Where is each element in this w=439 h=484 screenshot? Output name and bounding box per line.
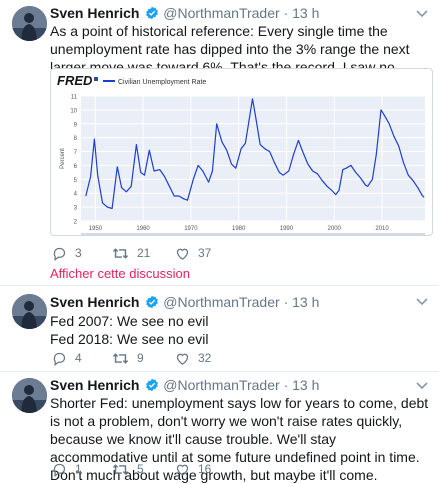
like-button[interactable]: 16 xyxy=(175,460,211,478)
like-count: 37 xyxy=(198,246,212,260)
chevron-down-icon[interactable] xyxy=(415,297,429,307)
tweet-text: Shorter Fed: unemployment says low for y… xyxy=(50,394,434,484)
tweet-paragraph: Fed 2018: We see no evil xyxy=(50,331,209,347)
retweet-icon xyxy=(112,247,129,259)
tweet-header: Sven Henrich @NorthmanTrader · 13 h xyxy=(50,4,319,22)
separator-dot: · xyxy=(283,5,289,21)
like-button[interactable]: 37 xyxy=(175,244,211,262)
author-handle[interactable]: @NorthmanTrader xyxy=(163,377,279,393)
legend-label: Civilian Unemployment Rate xyxy=(118,79,206,86)
fred-logo-mark xyxy=(94,77,98,81)
retweet-count: 5 xyxy=(137,462,144,476)
show-thread-link[interactable]: Afficher cette discussion xyxy=(50,266,190,281)
separator-dot: · xyxy=(283,377,289,393)
separator-dot: · xyxy=(283,294,289,310)
tweet-paragraph: Shorter Fed: unemployment says low for y… xyxy=(50,395,429,465)
reply-button[interactable]: 3 xyxy=(52,244,82,262)
x-tick-label: 1950 xyxy=(89,226,103,232)
tweet-timestamp[interactable]: 13 h xyxy=(292,377,319,393)
tweet-header: Sven Henrich @NorthmanTrader · 13 h xyxy=(50,293,319,311)
x-tick-label: 1990 xyxy=(280,226,294,232)
avatar[interactable] xyxy=(12,294,47,329)
chevron-down-icon[interactable] xyxy=(415,9,429,19)
tweet-timestamp[interactable]: 13 h xyxy=(292,294,319,310)
x-tick-label: 2000 xyxy=(328,226,342,232)
x-tick-label: 1970 xyxy=(184,226,198,232)
reply-icon xyxy=(53,352,66,366)
x-tick-label: 2010 xyxy=(375,226,389,232)
avatar[interactable] xyxy=(12,6,47,41)
retweet-count: 21 xyxy=(137,246,151,260)
reply-button[interactable]: 4 xyxy=(52,349,82,367)
tweet-paragraph: Don't much about wage growth, but maybe … xyxy=(50,467,378,483)
reply-count: 3 xyxy=(75,246,82,260)
plot-area xyxy=(81,96,425,221)
tweet-header: Sven Henrich @NorthmanTrader · 13 h xyxy=(50,376,319,394)
reply-count: 4 xyxy=(75,351,82,365)
unemployment-chart: FRED Civilian Unemployment Rate 2 3 4 5 6 7 8 9 10… xyxy=(57,73,425,235)
tweet-text: Fed 2007: We see no evil Fed 2018: We se… xyxy=(50,312,434,348)
chevron-down-icon[interactable] xyxy=(415,381,429,391)
tweet-2[interactable]: Sven Henrich @NorthmanTrader · 13 h Fed … xyxy=(0,286,439,372)
y-tick-label: 11 xyxy=(71,95,78,101)
like-count: 32 xyxy=(198,351,212,365)
y-tick-label: 4 xyxy=(74,192,78,198)
reply-icon xyxy=(53,247,66,261)
reply-button[interactable]: 1 xyxy=(52,460,82,478)
y-tick-label: 3 xyxy=(74,206,78,212)
tweet-3[interactable]: Sven Henrich @NorthmanTrader · 13 h Shor… xyxy=(0,372,439,483)
retweet-icon xyxy=(112,463,129,475)
author-name[interactable]: Sven Henrich xyxy=(50,5,139,21)
tweet-paragraph: Fed 2007: We see no evil xyxy=(50,313,209,329)
avatar[interactable] xyxy=(12,378,47,413)
reply-icon xyxy=(53,463,66,477)
x-tick-label: 1960 xyxy=(136,226,150,232)
author-handle[interactable]: @NorthmanTrader xyxy=(163,294,279,310)
heart-icon xyxy=(176,353,189,365)
range-slider xyxy=(81,233,425,235)
y-tick-label: 5 xyxy=(74,178,78,184)
y-tick-label: 8 xyxy=(74,136,78,142)
reply-count: 1 xyxy=(75,462,82,476)
verified-badge-icon xyxy=(145,295,159,313)
author-handle[interactable]: @NorthmanTrader xyxy=(163,5,279,21)
retweet-button[interactable]: 5 xyxy=(112,460,144,478)
y-tick-label: 9 xyxy=(74,122,78,128)
y-tick-label: 10 xyxy=(70,108,77,114)
author-name[interactable]: Sven Henrich xyxy=(50,294,139,310)
author-name[interactable]: Sven Henrich xyxy=(50,377,139,393)
heart-icon xyxy=(176,248,189,260)
heart-icon xyxy=(176,464,189,476)
tweet-1[interactable]: Sven Henrich @NorthmanTrader · 13 h As a… xyxy=(0,0,439,286)
y-axis-label: Percent xyxy=(60,148,66,169)
retweet-button[interactable]: 21 xyxy=(112,244,150,262)
retweet-icon xyxy=(112,352,129,364)
y-tick-label: 7 xyxy=(74,150,78,156)
retweet-button[interactable]: 9 xyxy=(112,349,144,367)
y-tick-label: 6 xyxy=(74,164,78,170)
like-button[interactable]: 32 xyxy=(175,349,211,367)
y-tick-label: 2 xyxy=(74,220,78,226)
x-tick-label: 1980 xyxy=(232,226,246,232)
tweet-timestamp[interactable]: 13 h xyxy=(292,5,319,21)
like-count: 16 xyxy=(198,462,212,476)
retweet-count: 9 xyxy=(137,351,144,365)
chart-image[interactable]: FRED Civilian Unemployment Rate 2 3 4 5 6 7 8 9 10… xyxy=(50,68,433,236)
fred-logo: FRED xyxy=(57,73,93,88)
